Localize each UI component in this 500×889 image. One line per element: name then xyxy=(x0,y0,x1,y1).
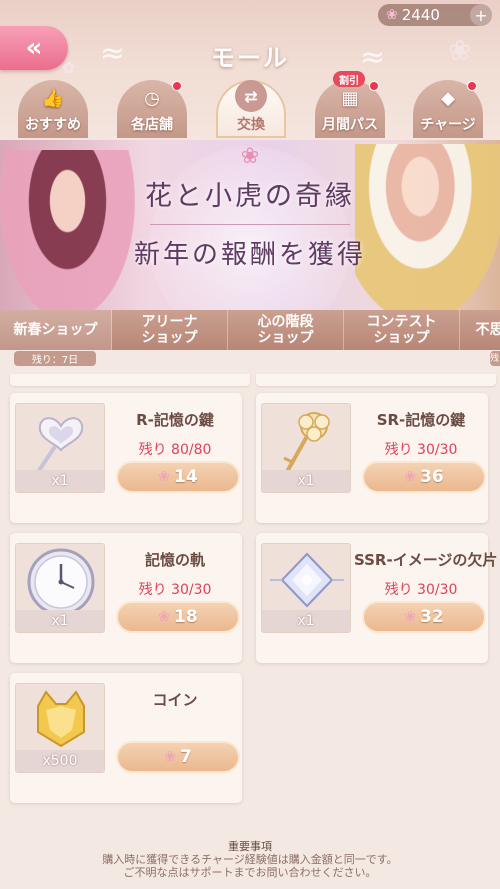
tab-exchange[interactable]: ⇄ 交換 xyxy=(208,80,294,138)
tab-label: 各店舗 xyxy=(131,117,173,133)
item-price: 36 xyxy=(420,467,444,487)
shop-tab-heart-stairs[interactable]: 心の階段 ショップ xyxy=(228,310,344,350)
item-price: 7 xyxy=(179,747,192,767)
main-tabs: 👍 おすすめ ◷ 各店舗 ⇄ 交換 ▦ 月間パス ◆ チャージ xyxy=(0,80,500,140)
item-image-frame: x1 xyxy=(261,543,351,633)
divider xyxy=(150,224,350,225)
tab-label: 交換 xyxy=(237,117,265,133)
item-name: SR-記憶の鍵 xyxy=(376,411,466,429)
rose-icon: ❀ xyxy=(158,609,171,625)
rose-icon: ❀ xyxy=(404,609,417,625)
tab-label: チャージ xyxy=(420,117,476,133)
shop-tab-more[interactable]: 不思 xyxy=(460,310,500,350)
event-banner[interactable]: ❀ 花と小虎の奇縁 新年の報酬を獲得 xyxy=(0,140,500,310)
item-name: SSR-イメージの欠片 xyxy=(354,551,498,569)
cat-coin-icon xyxy=(37,690,85,748)
card-edge xyxy=(256,374,496,386)
notification-dot xyxy=(172,81,182,91)
notice-heading: 重要事項 xyxy=(228,840,272,853)
banner-subtitle: 新年の報酬を獲得 xyxy=(133,240,366,270)
shop-tab-new-year[interactable]: 新春ショップ xyxy=(0,310,112,350)
item-name: 記憶の軌 xyxy=(144,551,205,569)
page-title: モール xyxy=(211,44,289,72)
gold-key-icon xyxy=(283,412,330,472)
item-quantity: x1 xyxy=(262,610,350,632)
tab-monthly-pass[interactable]: ▦ 月間パス xyxy=(307,80,393,138)
item-stock: 残り 30/30 xyxy=(384,442,458,458)
shop-item-ssr-image-fragment[interactable]: x1 SSR-イメージの欠片 残り 30/30 ❀ 32 xyxy=(256,533,498,663)
item-name: コイン xyxy=(152,691,198,709)
add-currency-button[interactable]: + xyxy=(470,4,492,26)
item-image-frame: x500 xyxy=(15,683,105,773)
moon-decoration xyxy=(150,146,350,310)
item-price: 18 xyxy=(174,607,198,627)
notification-dot xyxy=(467,81,477,91)
item-image-frame: x1 xyxy=(15,403,105,493)
notification-dot xyxy=(369,81,379,91)
buy-button[interactable]: ❀ 14 xyxy=(116,461,240,493)
item-stock: 残り 80/80 xyxy=(138,442,212,458)
item-quantity: x1 xyxy=(262,470,350,492)
currency-display: ❀ 2440 + xyxy=(378,4,492,26)
currency-amount: 2440 xyxy=(401,6,440,24)
item-image-frame: x1 xyxy=(15,543,105,633)
item-name: R-記憶の鍵 xyxy=(136,411,214,429)
item-quantity: x1 xyxy=(16,610,104,632)
heart-key-icon xyxy=(36,417,84,474)
tab-label: おすすめ xyxy=(25,117,81,133)
item-quantity: x1 xyxy=(16,470,104,492)
item-price: 32 xyxy=(420,607,444,627)
rose-icon: ❀ xyxy=(386,7,398,23)
notice-footer: 重要事項 購入時に獲得できるチャージ経験値は購入金額と同一です。 ご不明な点はサ… xyxy=(0,840,500,879)
item-image-frame: x1 xyxy=(261,403,351,493)
thumbs-up-icon: 👍 xyxy=(41,87,65,109)
diamond-icon: ◆ xyxy=(441,87,455,109)
tab-label: 月間パス xyxy=(322,117,378,133)
shop-tabs: 新春ショップ アリーナ ショップ 心の階段 ショップ コンテスト ショップ 不思 xyxy=(0,310,500,350)
clock-bag-icon: ◷ xyxy=(144,87,160,109)
item-stock: 残り 30/30 xyxy=(138,582,212,598)
tab-charge[interactable]: ◆ チャージ xyxy=(405,80,491,138)
sale-badge: 割引 xyxy=(333,71,365,87)
banner-title: 花と小虎の奇縁 xyxy=(145,181,355,212)
crystal-icon xyxy=(270,552,344,608)
card-edge xyxy=(10,374,250,386)
notice-line: 購入時に獲得できるチャージ経験値は購入金額と同一です。 xyxy=(102,853,398,866)
buy-button[interactable]: ❀ 32 xyxy=(362,601,486,633)
exchange-icon: ⇄ xyxy=(235,80,267,112)
item-price: 14 xyxy=(174,467,198,487)
tab-recommended[interactable]: 👍 おすすめ xyxy=(10,80,96,138)
remaining-time-badge: 残り：7日 xyxy=(14,351,96,366)
shop-item-sr-memory-key[interactable]: x1 SR-記憶の鍵 残り 30/30 ❀ 36 xyxy=(256,393,488,523)
rose-icon: ❀ xyxy=(158,469,171,485)
remaining-time-badge-partial: 残 xyxy=(490,351,500,366)
shop-tab-arena[interactable]: アリーナ ショップ xyxy=(112,310,228,350)
shop-item-coin[interactable]: x500 コイン ❀ 7 xyxy=(10,673,242,803)
rose-icon: ❀ xyxy=(164,749,176,765)
clock-icon xyxy=(27,548,95,616)
lotus-icon: ❀ xyxy=(240,144,260,169)
shop-item-memory-track[interactable]: x1 記憶の軌 残り 30/30 ❀ 18 xyxy=(10,533,242,663)
notice-line: ご不明な点はサポートまでお問い合わせください。 xyxy=(123,866,377,879)
rose-icon: ❀ xyxy=(404,469,417,485)
shop-item-r-memory-key[interactable]: x1 R-記憶の鍵 残り 80/80 ❀ 14 xyxy=(10,393,242,523)
buy-button[interactable]: ❀ 18 xyxy=(116,601,240,633)
buy-button[interactable]: ❀ 7 xyxy=(116,741,240,773)
shop-tab-contest[interactable]: コンテスト ショップ xyxy=(344,310,460,350)
tab-shops[interactable]: ◷ 各店舗 xyxy=(109,80,195,138)
item-quantity: x500 xyxy=(16,750,104,772)
calendar-icon: ▦ xyxy=(341,87,359,109)
item-stock: 残り 30/30 xyxy=(384,582,458,598)
buy-button[interactable]: ❀ 36 xyxy=(362,461,486,493)
